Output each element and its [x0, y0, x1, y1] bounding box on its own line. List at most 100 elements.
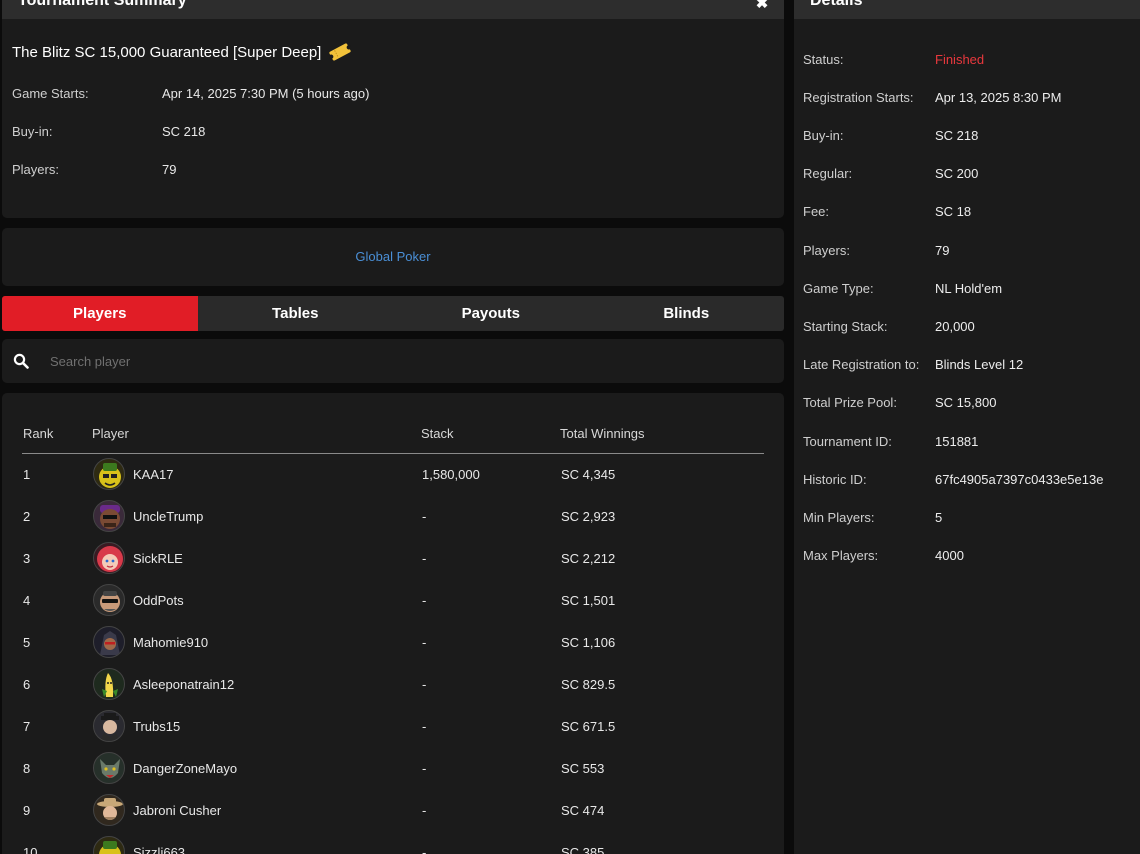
- table-row[interactable]: 10 Sizzli663 - SC 385: [22, 832, 764, 854]
- table-row[interactable]: 7 Trubs15 - SC 671.5: [22, 706, 764, 748]
- summary-label: Game Starts:: [12, 86, 89, 101]
- rank-cell: 3: [23, 551, 31, 566]
- summary-header: Tournament Summary ✖: [2, 0, 784, 19]
- rank-cell: 6: [23, 677, 31, 692]
- avatar: [93, 836, 125, 854]
- table-row[interactable]: 1 KAA17 1,580,000 SC 4,345: [22, 454, 764, 496]
- left-column: Tournament Summary ✖ The Blitz SC 15,000…: [2, 0, 784, 854]
- player-name: Trubs15: [133, 719, 181, 734]
- table-row[interactable]: 2 UncleTrump - SC 2,923: [22, 496, 764, 538]
- details-title: Details: [810, 0, 863, 9]
- tab-tables[interactable]: Tables: [198, 296, 394, 331]
- brand-panel: Global Poker: [2, 228, 784, 286]
- player-name: Mahomie910: [133, 635, 209, 650]
- detail-value: NL Hold'em: [935, 281, 1003, 296]
- detail-label: Starting Stack:: [803, 319, 888, 334]
- stack-cell: -: [422, 593, 427, 608]
- stack-cell: -: [422, 551, 427, 566]
- stack-cell: -: [422, 509, 427, 524]
- table-row[interactable]: 4 OddPots - SC 1,501: [22, 580, 764, 622]
- tournament-name: The Blitz SC 15,000 Guaranteed [Super De…: [12, 43, 322, 61]
- winnings-cell: SC 2,923: [561, 509, 616, 524]
- rank-cell: 7: [23, 719, 31, 734]
- detail-label: Players:: [803, 243, 850, 258]
- rank-cell: 4: [23, 593, 31, 608]
- player-name: Asleeponatrain12: [133, 677, 235, 692]
- detail-label: Regular:: [803, 166, 853, 181]
- table-row[interactable]: 3 SickRLE - SC 2,212: [22, 538, 764, 580]
- details-panel: Details Status: Finished Registration St…: [794, 0, 1140, 854]
- stack-cell: -: [422, 677, 427, 692]
- winnings-cell: SC 474: [561, 803, 605, 818]
- summary-title: Tournament Summary: [18, 0, 187, 9]
- detail-value: 20,000: [935, 319, 975, 334]
- player-name: DangerZoneMayo: [133, 761, 238, 776]
- rank-cell: 8: [23, 761, 31, 776]
- winnings-cell: SC 829.5: [561, 677, 616, 692]
- detail-value: SC 218: [935, 128, 979, 143]
- summary-label: Players:: [12, 162, 59, 177]
- detail-value: 67fc4905a7397c0433e5e13e: [935, 472, 1104, 487]
- detail-label: Status:: [803, 52, 844, 67]
- winnings-cell: SC 2,212: [561, 551, 616, 566]
- stack-cell: -: [422, 635, 427, 650]
- detail-value: Apr 13, 2025 8:30 PM: [935, 90, 1062, 105]
- player-name: OddPots: [133, 593, 184, 608]
- player-name: SickRLE: [133, 551, 183, 566]
- detail-label: Fee:: [803, 204, 830, 219]
- search-input[interactable]: [50, 349, 750, 373]
- table-row[interactable]: 6 Asleeponatrain12 - SC 829.5: [22, 664, 764, 706]
- tournament-summary-panel: Tournament Summary ✖ The Blitz SC 15,000…: [2, 0, 784, 218]
- search-bar: [2, 339, 784, 383]
- rank-cell: 1: [23, 467, 31, 482]
- status-badge: Finished: [935, 52, 985, 67]
- header-rank: Rank: [23, 426, 54, 441]
- stack-cell: -: [422, 719, 427, 734]
- tournament-name-row: The Blitz SC 15,000 Guaranteed [Super De…: [12, 42, 353, 62]
- detail-label: Min Players:: [803, 510, 875, 525]
- stack-cell: 1,580,000: [422, 467, 480, 482]
- global-poker-link[interactable]: Global Poker: [2, 249, 784, 264]
- detail-value: SC 200: [935, 166, 979, 181]
- detail-label: Late Registration to:: [803, 357, 920, 372]
- avatar: [93, 668, 125, 700]
- player-name: KAA17: [133, 467, 174, 482]
- stack-cell: -: [422, 803, 427, 818]
- detail-value: SC 18: [935, 204, 972, 219]
- detail-label: Max Players:: [803, 548, 879, 563]
- detail-label: Total Prize Pool:: [803, 395, 897, 410]
- table-row[interactable]: 9 Jabroni Cusher - SC 474: [22, 790, 764, 832]
- tab-blinds[interactable]: Blinds: [589, 296, 785, 331]
- avatar: [93, 584, 125, 616]
- table-row[interactable]: 8 DangerZoneMayo - SC 553: [22, 748, 764, 790]
- detail-value: 79: [935, 243, 950, 258]
- rank-cell: 2: [23, 509, 31, 524]
- avatar: [93, 794, 125, 826]
- winnings-cell: SC 385: [561, 845, 605, 854]
- tab-players[interactable]: Players: [2, 296, 198, 331]
- summary-value: Apr 14, 2025 7:30 PM (5 hours ago): [162, 86, 370, 101]
- avatar: [93, 752, 125, 784]
- winnings-cell: SC 4,345: [561, 467, 616, 482]
- detail-value: 4000: [935, 548, 964, 563]
- close-icon[interactable]: ✖: [754, 0, 770, 12]
- detail-label: Tournament ID:: [803, 434, 892, 449]
- summary-value: SC 218: [162, 124, 206, 139]
- header-total-winnings: Total Winnings: [560, 426, 645, 441]
- tab-bar: Players Tables Payouts Blinds: [2, 296, 784, 331]
- detail-value: 5: [935, 510, 943, 525]
- summary-value: 79: [162, 162, 177, 177]
- avatar: [93, 458, 125, 490]
- stack-cell: -: [422, 845, 427, 854]
- rank-cell: 10: [23, 845, 38, 854]
- table-row[interactable]: 5 Mahomie910 - SC 1,106: [22, 622, 764, 664]
- stack-cell: -: [422, 761, 427, 776]
- detail-label: Game Type:: [803, 281, 874, 296]
- player-name: UncleTrump: [133, 509, 204, 524]
- detail-label: Historic ID:: [803, 472, 867, 487]
- player-name: Sizzli663: [133, 845, 186, 854]
- rank-cell: 5: [23, 635, 31, 650]
- detail-label: Buy-in:: [803, 128, 844, 143]
- tab-payouts[interactable]: Payouts: [393, 296, 589, 331]
- avatar: [93, 626, 125, 658]
